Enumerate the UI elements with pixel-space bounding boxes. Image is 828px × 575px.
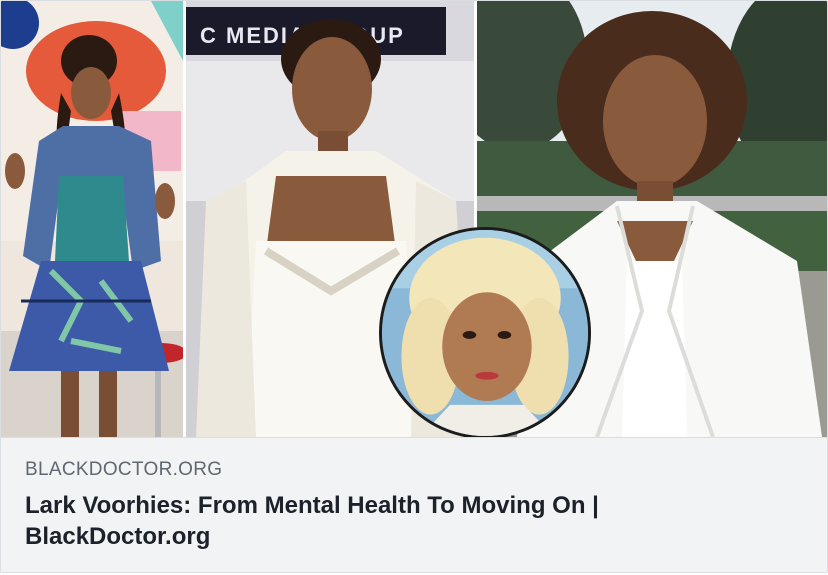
preview-image-collage[interactable]: C MEDIA GROUP	[1, 1, 827, 437]
link-title[interactable]: Lark Voorhies: From Mental Health To Mov…	[25, 490, 785, 552]
link-domain: BLACKDOCTOR.ORG	[25, 459, 223, 480]
link-preview-meta[interactable]: BLACKDOCTOR.ORG Lark Voorhies: From Ment…	[1, 437, 827, 572]
link-preview-card[interactable]: C MEDIA GROUP	[0, 0, 828, 573]
circular-inset-photo	[379, 227, 591, 437]
photo-panel-left	[1, 1, 183, 437]
